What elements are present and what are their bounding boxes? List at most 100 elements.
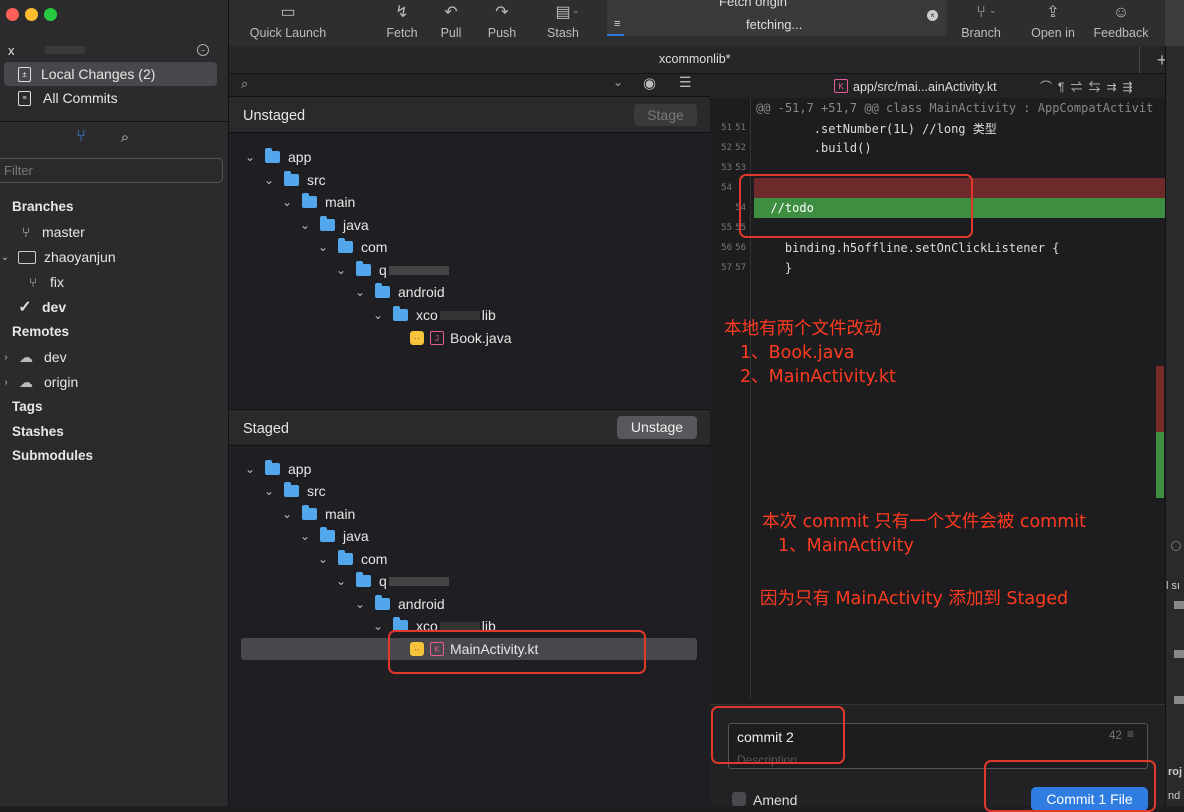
- tree-folder-src[interactable]: ⌄ src: [264, 169, 326, 191]
- tab-xcommonlib[interactable]: xcommonlib*: [659, 52, 731, 66]
- push-button[interactable]: ↷ Push: [481, 0, 523, 46]
- tree-folder-java[interactable]: ⌄ java: [300, 525, 369, 547]
- line-number-new: 57: [735, 263, 746, 273]
- tree-folder-xcommonlib[interactable]: ⌄ xco lib: [373, 304, 496, 326]
- annotation-text: 本地有两个文件改动: [724, 319, 882, 339]
- chevron-down-icon[interactable]: ⌄: [245, 151, 255, 163]
- chevron-down-icon[interactable]: ⌄: [336, 575, 346, 587]
- annotation-text: 本次 commit 只有一个文件会被 commit: [762, 512, 1086, 532]
- quick-launch-button[interactable]: ▭ Quick Launch: [243, 0, 333, 46]
- tree-folder-src[interactable]: ⌄ src: [264, 480, 326, 502]
- stage-button[interactable]: Stage: [634, 104, 697, 126]
- chevron-down-icon[interactable]: ⌄: [572, 5, 580, 16]
- chevron-down-icon[interactable]: ⌄: [373, 620, 383, 632]
- filter-input[interactable]: Filter: [0, 158, 223, 183]
- stashes-header[interactable]: Stashes: [0, 419, 229, 443]
- diff-line: 51 51 .setNumber(1L) //long 类型: [710, 118, 1165, 138]
- minimize-window-button[interactable]: [25, 8, 38, 21]
- tree-folder-redacted[interactable]: ⌄ q: [336, 570, 449, 592]
- branches-header-label: Branches: [12, 198, 74, 214]
- branch-view-icon[interactable]: ⑂: [73, 128, 89, 146]
- line-number-old: 56: [721, 243, 732, 253]
- list-view-icon[interactable]: ☰: [679, 74, 692, 91]
- remote-item-origin[interactable]: › ☁ origin: [0, 370, 229, 394]
- branch-item-fix[interactable]: ⑂ fix: [0, 270, 229, 294]
- search-icon[interactable]: ⌕: [117, 128, 133, 146]
- tree-folder-java[interactable]: ⌄ java: [300, 214, 369, 236]
- chevron-down-icon[interactable]: ⌄: [282, 508, 292, 520]
- tree-folder-app[interactable]: ⌄ app: [245, 458, 311, 480]
- unstage-button[interactable]: Unstage: [617, 416, 697, 439]
- remotes-header[interactable]: Remotes: [0, 319, 229, 343]
- remote-item-dev[interactable]: › ☁ dev: [0, 345, 229, 369]
- chevron-down-icon[interactable]: ⌄: [989, 5, 997, 16]
- amend-checkbox[interactable]: [732, 792, 746, 806]
- folder-icon: [1174, 696, 1184, 704]
- sidebar-item-all-commits[interactable]: ≡ All Commits: [0, 86, 229, 110]
- eye-icon[interactable]: ◉: [643, 74, 656, 92]
- chevron-down-icon[interactable]: ⌄: [264, 174, 274, 186]
- tags-header[interactable]: Tags: [0, 394, 229, 418]
- repo-options-icon[interactable]: −: [197, 44, 209, 56]
- cancel-icon[interactable]: ×: [927, 10, 938, 21]
- adjacent-window-edge: l sı roj nd: [1165, 46, 1184, 806]
- tree-folder-com[interactable]: ⌄ com: [318, 548, 387, 570]
- branches-header[interactable]: Branches: [0, 194, 229, 218]
- zoom-window-button[interactable]: [44, 8, 57, 21]
- chevron-down-icon[interactable]: ⌄: [300, 530, 310, 542]
- search-icon[interactable]: ⌕: [241, 76, 248, 92]
- feedback-button[interactable]: ☺ Feedback: [1089, 0, 1153, 46]
- repo-label: x: [8, 42, 15, 58]
- sidebar-item-local-changes[interactable]: ± Local Changes (2): [4, 62, 217, 86]
- tree-file-book-java[interactable]: ·· J Book.java: [410, 327, 511, 349]
- scrollbar-removed-marker[interactable]: [1156, 366, 1164, 432]
- fetch-button[interactable]: ↯ Fetch: [379, 0, 425, 46]
- pull-button[interactable]: ↶ Pull: [433, 0, 469, 46]
- hunk-header: @@ -51,7 +51,7 @@ class MainActivity : A…: [756, 101, 1154, 115]
- branch-folder-zhaoyanjun[interactable]: ⌄ zhaoyanjun: [0, 245, 229, 269]
- branch-item-dev[interactable]: ✓ dev: [0, 295, 229, 319]
- chevron-down-icon[interactable]: ⌄: [300, 219, 310, 231]
- chevron-down-icon[interactable]: ⌄: [373, 309, 383, 321]
- diff-line: 52 52 .build(): [710, 138, 1165, 158]
- annotation-text: 1、Book.java: [740, 343, 855, 363]
- branch-button[interactable]: ⑂ Branch: [957, 0, 1005, 46]
- scrollbar-added-marker[interactable]: [1156, 432, 1164, 498]
- chevron-down-icon[interactable]: ⌄: [318, 553, 328, 565]
- chevron-down-icon[interactable]: ⌄: [282, 196, 292, 208]
- diff-options-icons[interactable]: ⌒¶⇌⇆⇉⇶: [1040, 78, 1139, 95]
- tree-folder-redacted[interactable]: ⌄ q: [336, 259, 449, 281]
- tree-folder-android[interactable]: ⌄ android: [355, 281, 445, 303]
- line-number-old: 51: [721, 123, 732, 133]
- folder-icon: [284, 171, 299, 186]
- chevron-down-icon[interactable]: ⌄: [0, 252, 10, 263]
- chevron-down-icon[interactable]: ⌄: [245, 463, 255, 475]
- tree-label-tail: lib: [481, 307, 496, 323]
- tags-header-label: Tags: [12, 398, 43, 414]
- close-window-button[interactable]: [6, 8, 19, 21]
- branch-item-master[interactable]: ⑂ master: [0, 220, 229, 244]
- commit-templates-icon[interactable]: ≡: [1127, 727, 1134, 741]
- chevron-right-icon[interactable]: ›: [2, 352, 10, 363]
- code-text: }: [756, 261, 793, 275]
- folder-icon: [265, 460, 280, 475]
- toolbar-edge: [1165, 0, 1184, 46]
- tree-folder-main[interactable]: ⌄ main: [282, 503, 355, 525]
- filter-placeholder: Filter: [4, 163, 33, 178]
- collapse-icon[interactable]: ⌄: [613, 75, 623, 89]
- open-in-button[interactable]: ⇪ Open in: [1027, 0, 1079, 46]
- tree-folder-app[interactable]: ⌄ app: [245, 146, 311, 168]
- activity-panel[interactable]: ≡ Fetch origin fetching... ×: [607, 0, 947, 36]
- submodules-header[interactable]: Submodules: [0, 443, 229, 467]
- chevron-down-icon[interactable]: ⌄: [318, 241, 328, 253]
- tree-folder-android[interactable]: ⌄ android: [355, 593, 445, 615]
- chevron-right-icon[interactable]: ›: [2, 377, 10, 388]
- chevron-down-icon[interactable]: ⌄: [355, 286, 365, 298]
- tree-folder-main[interactable]: ⌄ main: [282, 191, 355, 213]
- line-number-new: 52: [735, 143, 746, 153]
- repo-row[interactable]: x −: [0, 38, 229, 62]
- tree-folder-com[interactable]: ⌄ com: [318, 236, 387, 258]
- chevron-down-icon[interactable]: ⌄: [336, 264, 346, 276]
- chevron-down-icon[interactable]: ⌄: [264, 485, 274, 497]
- chevron-down-icon[interactable]: ⌄: [355, 598, 365, 610]
